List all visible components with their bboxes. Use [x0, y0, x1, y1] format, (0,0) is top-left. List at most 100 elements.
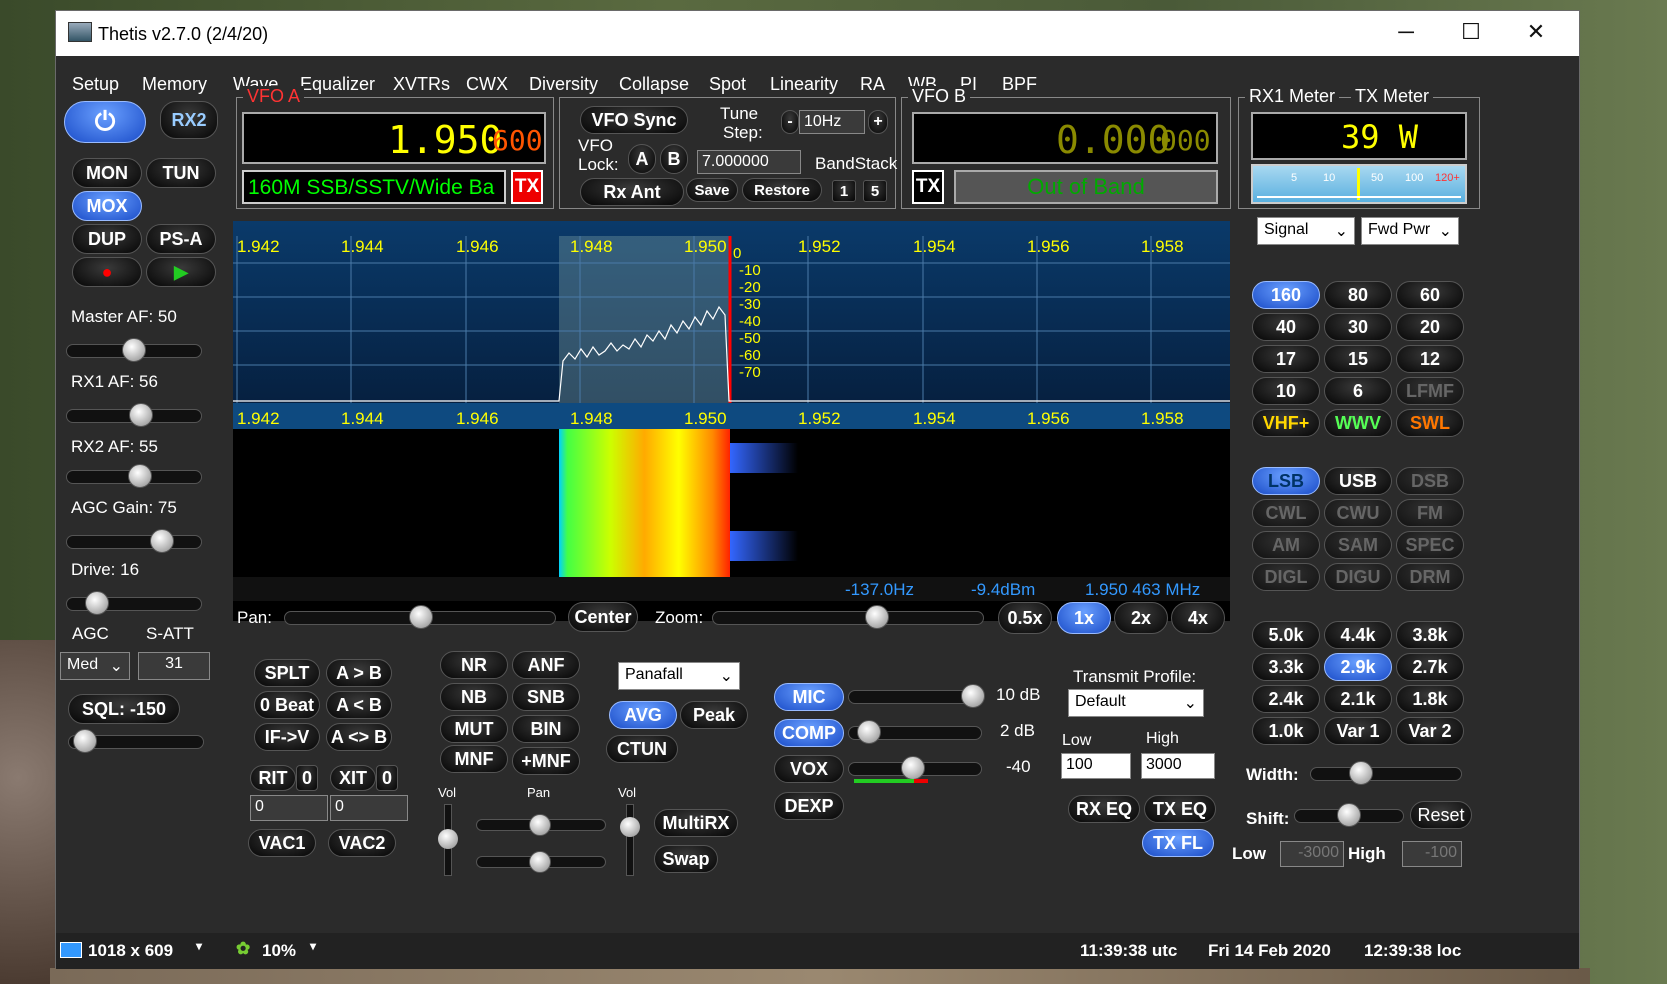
maximize-button[interactable]: ☐ — [1451, 19, 1491, 47]
comp-slider[interactable] — [848, 720, 982, 744]
lock-a-button[interactable]: A — [628, 144, 656, 174]
mic-button[interactable]: MIC — [774, 683, 844, 711]
agc-gain-knob[interactable] — [150, 529, 174, 553]
width-slider[interactable] — [1310, 761, 1462, 785]
band-40[interactable]: 40 — [1252, 313, 1320, 341]
vox-knob[interactable] — [901, 756, 925, 780]
display-mode-select[interactable]: Panafall ⌄ — [618, 662, 740, 690]
zoom-4x-button[interactable]: 4x — [1171, 602, 1225, 634]
xit-button[interactable]: XIT — [330, 765, 376, 791]
zoom-1x-button[interactable]: 1x — [1057, 602, 1111, 634]
bandstack-freq[interactable]: 7.000000 — [697, 150, 801, 174]
band-160[interactable]: 160 — [1252, 281, 1320, 309]
vfo-a-display[interactable]: 1.950 600 — [242, 112, 546, 164]
rx-pan-slider-1[interactable] — [476, 814, 606, 836]
tun-button[interactable]: TUN — [146, 158, 216, 188]
peak-button[interactable]: Peak — [680, 701, 748, 729]
filter-var1[interactable]: Var 1 — [1324, 717, 1392, 745]
avg-button[interactable]: AVG — [609, 701, 677, 729]
band-6[interactable]: 6 — [1324, 377, 1392, 405]
menu-diversity[interactable]: Diversity — [529, 74, 598, 95]
band-12[interactable]: 12 — [1396, 345, 1464, 373]
filter-2.9k[interactable]: 2.9k — [1324, 653, 1392, 681]
master-af-slider[interactable] — [66, 338, 202, 362]
agc-gain-slider[interactable] — [66, 529, 202, 553]
vox-slider[interactable] — [848, 756, 982, 780]
lock-b-button[interactable]: B — [660, 144, 688, 174]
vfo-sync-button[interactable]: VFO Sync — [580, 106, 688, 134]
drive-knob[interactable] — [85, 591, 109, 615]
filter-high-input[interactable]: -100 — [1402, 841, 1462, 867]
step-minus-button[interactable]: - — [781, 110, 799, 134]
close-button[interactable]: ✕ — [1516, 19, 1556, 47]
dexp-button[interactable]: DEXP — [774, 792, 844, 820]
mode-spec[interactable]: SPEC — [1396, 531, 1464, 559]
band-30[interactable]: 30 — [1324, 313, 1392, 341]
comp-knob[interactable] — [857, 720, 881, 744]
tx-meter-select[interactable]: Fwd Pwr ⌄ — [1361, 217, 1459, 245]
zoom-0.5x-button[interactable]: 0.5x — [998, 602, 1052, 634]
pan-slider[interactable] — [284, 605, 556, 629]
zoom-slider[interactable] — [712, 605, 984, 629]
dup-button[interactable]: DUP — [72, 224, 142, 254]
rx2-vol-knob[interactable] — [620, 817, 640, 837]
filter-1.8k[interactable]: 1.8k — [1396, 685, 1464, 713]
band-vhf[interactable]: VHF+ — [1252, 409, 1320, 437]
save-button[interactable]: Save — [686, 178, 738, 202]
rit-input[interactable]: 0 — [250, 795, 328, 821]
filter-low-input[interactable]: -3000 — [1280, 841, 1344, 867]
s-att-input[interactable]: 31 — [138, 652, 210, 680]
menu-collapse[interactable]: Collapse — [619, 74, 689, 95]
mox-button[interactable]: MOX — [72, 191, 142, 221]
mode-fm[interactable]: FM — [1396, 499, 1464, 527]
rx1-af-slider[interactable] — [66, 403, 202, 427]
transmit-profile-select[interactable]: Default ⌄ — [1068, 689, 1204, 717]
rx-pan-knob-1[interactable] — [529, 814, 551, 836]
band-60[interactable]: 60 — [1396, 281, 1464, 309]
rx2-button[interactable]: RX2 — [160, 101, 218, 139]
rx-ant-button[interactable]: Rx Ant — [580, 178, 684, 206]
snb-button[interactable]: SNB — [512, 683, 580, 711]
menu-ra[interactable]: RA — [860, 74, 885, 95]
display-area[interactable]: 1.942 1.944 1.946 1.948 1.950 1.952 1.95… — [233, 221, 1230, 621]
sql-button[interactable]: SQL: -150 — [68, 694, 180, 724]
vfo-b-tx-button[interactable]: TX — [912, 170, 944, 204]
mic-slider[interactable] — [848, 684, 985, 708]
a-to-b-button[interactable]: A > B — [326, 659, 392, 687]
mode-usb[interactable]: USB — [1324, 467, 1392, 495]
tx-fl-button[interactable]: TX FL — [1142, 829, 1214, 857]
sql-slider[interactable] — [68, 729, 204, 753]
mode-drm[interactable]: DRM — [1396, 563, 1464, 591]
chevron-down-icon[interactable]: ▾ — [310, 939, 316, 953]
filter-2.1k[interactable]: 2.1k — [1324, 685, 1392, 713]
record-icon[interactable]: ● — [72, 257, 142, 287]
mode-dsb[interactable]: DSB — [1396, 467, 1464, 495]
filter-3.3k[interactable]: 3.3k — [1252, 653, 1320, 681]
multirx-button[interactable]: MultiRX — [654, 809, 738, 837]
zero-beat-button[interactable]: 0 Beat — [254, 691, 320, 719]
agc-select[interactable]: Med ⌄ — [60, 652, 130, 680]
split-button[interactable]: SPLT — [254, 659, 320, 687]
shift-reset-button[interactable]: Reset — [1410, 801, 1472, 829]
b-to-a-button[interactable]: A < B — [326, 691, 392, 719]
menu-cwx[interactable]: CWX — [466, 74, 508, 95]
minimize-button[interactable]: ─ — [1386, 19, 1426, 47]
band-17[interactable]: 17 — [1252, 345, 1320, 373]
mute-button[interactable]: MUT — [440, 715, 508, 743]
shift-knob[interactable] — [1337, 803, 1361, 827]
sql-knob[interactable] — [73, 729, 97, 753]
menu-memory[interactable]: Memory — [142, 74, 207, 95]
mode-lsb[interactable]: LSB — [1252, 467, 1320, 495]
shift-slider[interactable] — [1294, 803, 1404, 827]
band-lfmf[interactable]: LFMF — [1396, 377, 1464, 405]
mnf-button[interactable]: MNF — [440, 745, 508, 773]
pan-knob[interactable] — [409, 605, 433, 629]
band-10[interactable]: 10 — [1252, 377, 1320, 405]
rx1-af-knob[interactable] — [129, 403, 153, 427]
mon-button[interactable]: MON — [72, 158, 142, 188]
mode-digl[interactable]: DIGL — [1252, 563, 1320, 591]
master-af-knob[interactable] — [122, 338, 146, 362]
mode-digu[interactable]: DIGU — [1324, 563, 1392, 591]
nb-button[interactable]: NB — [440, 683, 508, 711]
center-button[interactable]: Center — [568, 602, 638, 632]
